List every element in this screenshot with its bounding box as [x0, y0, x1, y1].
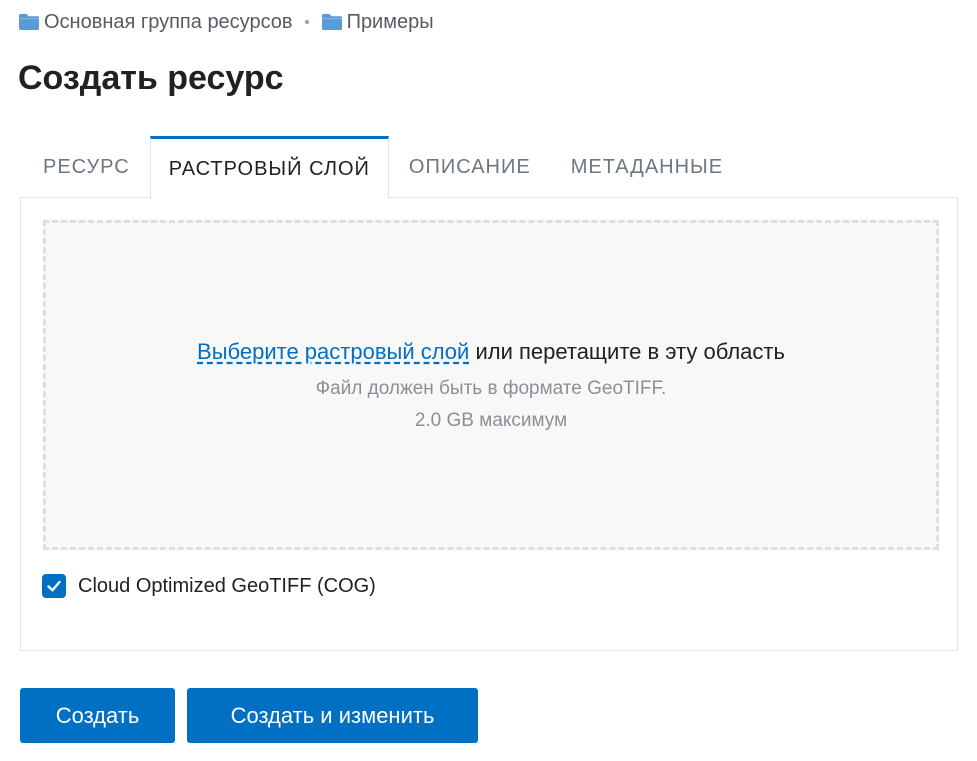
create-resource-page: Основная группа ресурсов Примеры Создать…	[0, 0, 977, 761]
tab-raster-layer[interactable]: РАСТРОВЫЙ СЛОЙ	[149, 136, 389, 199]
tab-description[interactable]: ОПИСАНИЕ	[389, 136, 551, 198]
dropzone-drag-text: или перетащите в эту область	[469, 339, 785, 364]
cog-checkbox-row[interactable]: Cloud Optimized GeoTIFF (COG)	[42, 574, 376, 598]
checkmark-icon	[47, 580, 61, 592]
breadcrumb-label: Основная группа ресурсов	[44, 10, 293, 33]
breadcrumb: Основная группа ресурсов Примеры	[18, 10, 434, 34]
size-hint: 2.0 GB максимум	[414, 410, 568, 431]
tab-panel-raster-layer: Выберите растровый слой или перетащите в…	[20, 197, 958, 651]
tab-metadata[interactable]: МЕТАДАННЫЕ	[551, 136, 743, 198]
tab-label: РЕСУРС	[43, 155, 130, 178]
page-title: Создать ресурс	[18, 59, 284, 97]
folder-icon	[19, 14, 39, 30]
dropzone-instructions: Выберите растровый слой или перетащите в…	[46, 339, 936, 365]
tab-label: РАСТРОВЫЙ СЛОЙ	[168, 157, 370, 180]
cog-checkbox-label: Cloud Optimized GeoTIFF (COG)	[78, 574, 376, 597]
breadcrumb-label: Примеры	[346, 10, 434, 33]
file-dropzone[interactable]: Выберите растровый слой или перетащите в…	[43, 220, 939, 550]
breadcrumb-item-examples[interactable]: Примеры	[321, 11, 434, 34]
breadcrumb-item-main-group[interactable]: Основная группа ресурсов	[18, 11, 293, 34]
tab-bar: РЕСУРС РАСТРОВЫЙ СЛОЙ ОПИСАНИЕ МЕТАДАННЫ…	[20, 136, 743, 199]
format-hint: Файл должен быть в формате GeoTIFF.	[315, 378, 667, 399]
select-raster-link[interactable]: Выберите растровый слой	[197, 339, 469, 364]
tab-resource[interactable]: РЕСУРС	[20, 136, 150, 198]
folder-icon	[321, 14, 342, 30]
breadcrumb-separator	[304, 20, 309, 24]
create-button[interactable]: Создать	[20, 688, 175, 743]
create-and-edit-button[interactable]: Создать и изменить	[187, 688, 478, 743]
cog-checkbox[interactable]	[42, 574, 66, 598]
tab-label: МЕТАДАННЫЕ	[570, 155, 724, 178]
tab-label: ОПИСАНИЕ	[408, 155, 531, 178]
